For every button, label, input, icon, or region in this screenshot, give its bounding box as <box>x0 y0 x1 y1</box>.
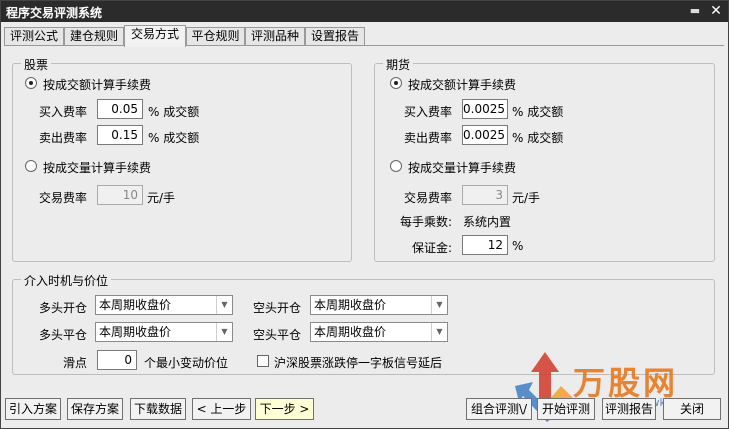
timing-group-title: 介入时机与价位 <box>21 272 112 289</box>
main-window: 程序交易评测系统 ▬ ✕ 评测公式 建仓规则 交易方式 平仓规则 评测品种 设置… <box>0 0 729 429</box>
chevron-down-icon[interactable]: ▼ <box>431 323 447 341</box>
futures-sell-rate-label: 卖出费率 <box>404 131 453 145</box>
stock-buy-rate-unit: % 成交额 <box>148 105 200 119</box>
futures-by-amount-label: 按成交额计算手续费 <box>408 78 517 92</box>
short-open-select[interactable]: 本周期收盘价 ▼ <box>310 295 448 315</box>
futures-fee-label: 交易费率 <box>404 191 453 205</box>
futures-by-amount-radio[interactable] <box>390 77 402 89</box>
stock-fee-label: 交易费率 <box>39 191 88 205</box>
save-plan-button[interactable]: 保存方案 <box>67 398 123 420</box>
import-plan-button[interactable]: 引入方案 <box>5 398 61 420</box>
futures-fee-unit: 元/手 <box>512 191 541 205</box>
tab-divider <box>4 45 724 46</box>
stock-by-volume-radio[interactable] <box>25 160 37 172</box>
title-bar: 程序交易评测系统 ▬ ✕ <box>1 1 728 22</box>
eval-report-button[interactable]: 评测报告 <box>602 398 656 420</box>
close-button[interactable]: 关闭 <box>663 398 721 420</box>
futures-margin-input[interactable]: 12 <box>462 235 508 255</box>
stock-sell-rate-unit: % 成交额 <box>148 131 200 145</box>
short-open-value: 本周期收盘价 <box>314 298 387 312</box>
long-open-value: 本周期收盘价 <box>99 298 172 312</box>
futures-margin-unit: % <box>512 239 524 253</box>
stock-group-title: 股票 <box>21 56 52 73</box>
tab-formula[interactable]: 评测公式 <box>4 27 64 46</box>
futures-sell-rate-unit: % 成交额 <box>512 131 564 145</box>
futures-group-title: 期货 <box>383 56 414 73</box>
stock-fee-input[interactable]: 10 <box>97 185 143 205</box>
tab-open-rules[interactable]: 建仓规则 <box>64 27 124 46</box>
next-step-button[interactable]: 下一步 > <box>255 398 314 420</box>
tab-trade-mode[interactable]: 交易方式 <box>124 25 186 47</box>
tab-close-rules[interactable]: 平仓规则 <box>186 27 245 46</box>
long-open-select[interactable]: 本周期收盘价 ▼ <box>95 295 233 315</box>
limit-delay-checkbox[interactable] <box>257 355 269 367</box>
short-open-label: 空头开仓 <box>253 301 302 315</box>
combo-eval-button[interactable]: 组合评测\/ <box>466 398 532 420</box>
slippage-input[interactable]: 0 <box>97 350 137 370</box>
futures-buy-rate-unit: % 成交额 <box>512 105 564 119</box>
stock-sell-rate-input[interactable]: 0.15 <box>97 125 143 145</box>
tab-report-settings[interactable]: 设置报告 <box>305 27 365 46</box>
slippage-label: 滑点 <box>63 356 88 370</box>
chevron-down-icon[interactable]: ▼ <box>431 296 447 314</box>
futures-group: 期货 按成交额计算手续费 买入费率 0.0025 % 成交额 卖出费率 0.00… <box>374 56 715 262</box>
futures-sell-rate-input[interactable]: 0.0025 <box>462 125 508 145</box>
chevron-down-icon[interactable]: ▼ <box>216 296 232 314</box>
close-icon[interactable]: ✕ <box>708 2 724 20</box>
stock-by-amount-radio[interactable] <box>25 77 37 89</box>
timing-group: 介入时机与价位 多头开仓 本周期收盘价 ▼ 空头开仓 本周期收盘价 ▼ 多头平仓… <box>12 272 715 375</box>
download-data-button[interactable]: 下载数据 <box>130 398 186 420</box>
chevron-down-icon[interactable]: ▼ <box>216 323 232 341</box>
long-close-label: 多头平仓 <box>39 328 88 342</box>
futures-by-volume-label: 按成交量计算手续费 <box>408 161 517 175</box>
short-close-value: 本周期收盘价 <box>314 325 387 339</box>
stock-buy-rate-input[interactable]: 0.05 <box>97 99 143 119</box>
slippage-unit: 个最小变动价位 <box>144 356 229 370</box>
futures-fee-input[interactable]: 3 <box>462 185 508 205</box>
window-title: 程序交易评测系统 <box>6 6 103 20</box>
futures-buy-rate-label: 买入费率 <box>404 105 453 119</box>
short-close-select[interactable]: 本周期收盘价 ▼ <box>310 322 448 342</box>
stock-by-amount-label: 按成交额计算手续费 <box>43 78 152 92</box>
futures-buy-rate-input[interactable]: 0.0025 <box>462 99 508 119</box>
long-open-label: 多头开仓 <box>39 301 88 315</box>
futures-by-volume-radio[interactable] <box>390 160 402 172</box>
stock-fee-unit: 元/手 <box>147 191 176 205</box>
tab-eval-products[interactable]: 评测品种 <box>245 27 305 46</box>
futures-multiplier-value: 系统内置 <box>463 215 512 229</box>
prev-step-button[interactable]: < 上一步 <box>192 398 251 420</box>
futures-multiplier-label: 每手乘数: <box>400 215 453 229</box>
long-close-select[interactable]: 本周期收盘价 ▼ <box>95 322 233 342</box>
stock-buy-rate-label: 买入费率 <box>39 105 88 119</box>
futures-margin-label: 保证金: <box>412 241 453 255</box>
pin-icon[interactable]: ▬ <box>688 5 702 17</box>
start-eval-button[interactable]: 开始评测 <box>537 398 595 420</box>
short-close-label: 空头平仓 <box>253 328 302 342</box>
stock-sell-rate-label: 卖出费率 <box>39 131 88 145</box>
limit-delay-label: 沪深股票涨跌停一字板信号延后 <box>274 356 443 370</box>
stock-by-volume-label: 按成交量计算手续费 <box>43 161 152 175</box>
stock-group: 股票 按成交额计算手续费 买入费率 0.05 % 成交额 卖出费率 0.15 %… <box>12 56 352 262</box>
long-close-value: 本周期收盘价 <box>99 325 172 339</box>
